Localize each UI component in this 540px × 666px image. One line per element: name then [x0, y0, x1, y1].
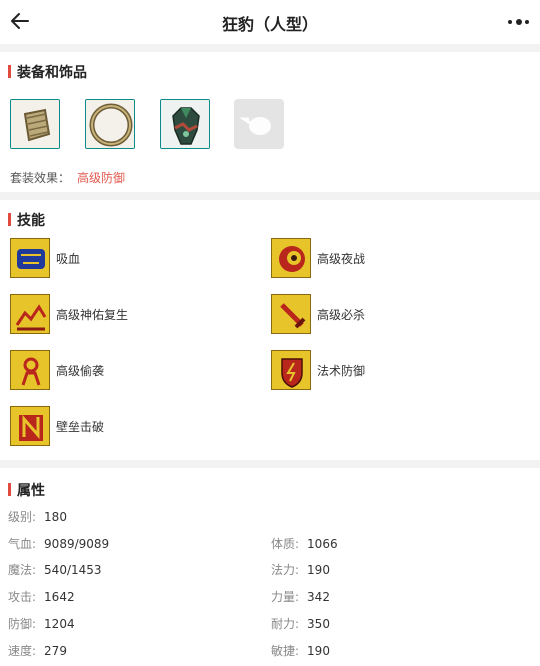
- set-effect-value: 高级防御: [77, 171, 126, 185]
- sneak-attack-icon: [10, 350, 50, 390]
- ring-icon: [86, 100, 134, 148]
- skill-name: 壁垒击破: [56, 420, 105, 434]
- set-effect-label: 套装效果：: [10, 171, 71, 185]
- attributes-section-title: 属性: [8, 480, 45, 500]
- more-options-icon[interactable]: [508, 14, 530, 28]
- attr-constitution: 体质: 1066: [271, 537, 338, 551]
- armor-icon: [161, 100, 209, 148]
- skill-name: 吸血: [56, 252, 81, 266]
- attr-attack: 攻击: 1642: [8, 590, 75, 604]
- attr-agility: 敏捷: 190: [271, 644, 330, 658]
- attr-magic-power: 法力: 190: [271, 563, 330, 577]
- skill-name: 高级偷袭: [56, 364, 105, 378]
- equip-slot-ring[interactable]: [85, 99, 135, 149]
- attr-hp: 气血: 9089/9089: [8, 537, 110, 551]
- divine-revive-icon: [10, 294, 50, 334]
- rampart-break-icon: [10, 406, 50, 446]
- magic-defense-icon: [271, 350, 311, 390]
- equip-slot-empty[interactable]: [234, 99, 284, 149]
- equipment-section-title: 装备和饰品: [8, 62, 87, 82]
- night-combat-icon: [271, 238, 311, 278]
- skills-section: 技能 吸血 高级夜战 高级神佑复生 高级必杀 高级偷袭 法术防御 壁垒击破: [0, 200, 540, 460]
- skill-name: 高级必杀: [317, 308, 366, 322]
- skill-name: 法术防御: [317, 364, 366, 378]
- skills-section-title: 技能: [8, 210, 45, 230]
- empty-slot-icon: [239, 117, 271, 135]
- attr-endurance: 耐力: 350: [271, 617, 330, 631]
- equip-slot-bracelet[interactable]: [10, 99, 60, 149]
- top-bar: 狂豹（人型）: [0, 0, 540, 44]
- skill-name: 高级夜战: [317, 252, 366, 266]
- page-title: 狂豹（人型）: [221, 15, 318, 34]
- attr-strength: 力量: 342: [271, 590, 330, 604]
- critical-strike-icon: [271, 294, 311, 334]
- bracelet-icon: [11, 100, 59, 148]
- attr-mp: 魔法: 540/1453: [8, 563, 102, 577]
- attr-speed: 速度: 279: [8, 644, 67, 658]
- equip-slot-armor[interactable]: [160, 99, 210, 149]
- attr-defense: 防御: 1204: [8, 617, 75, 631]
- attr-level: 级别: 180: [8, 510, 67, 524]
- equipment-section: 装备和饰品 套装效果： 高级防御: [0, 52, 540, 192]
- blood-drain-icon: [10, 238, 50, 278]
- skill-name: 高级神佑复生: [56, 308, 129, 322]
- attributes-section: 属性 级别: 180 气血: 9089/9089 体质: 1066 魔法: 540/14…: [0, 468, 540, 666]
